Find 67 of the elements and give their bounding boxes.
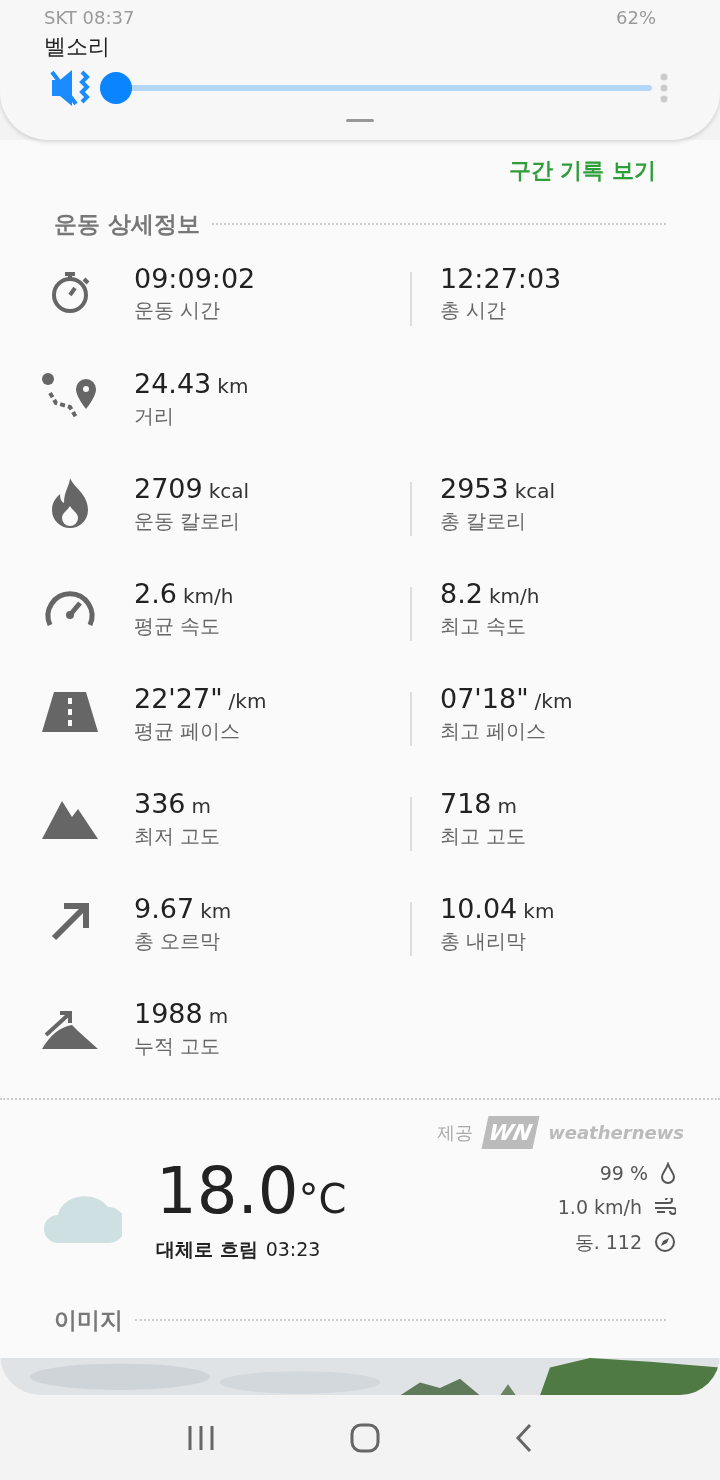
recent-apps-icon[interactable] xyxy=(187,1425,216,1450)
stat-label: 총 오르막 xyxy=(134,927,222,955)
stat-unit: /km xyxy=(228,687,267,715)
stat-value: 9.67 xyxy=(134,891,195,926)
back-icon[interactable] xyxy=(514,1422,533,1453)
stat-value: 09:09:02 xyxy=(134,261,256,296)
stat-value: 10.04 xyxy=(440,891,518,926)
stat-unit: km xyxy=(523,897,555,925)
status-time: SKT 08:37 xyxy=(44,8,135,28)
stat-unit: m xyxy=(497,792,518,820)
mute-vibrate-icon[interactable] xyxy=(50,68,92,108)
stat-value: 22'27" xyxy=(134,681,223,716)
temperature: 18.0 xyxy=(156,1158,299,1223)
stat-unit: m xyxy=(191,792,212,820)
stat-value: 2.6 xyxy=(134,576,177,611)
stat-unit: km xyxy=(217,372,249,400)
stat-label: 거리 xyxy=(134,402,175,430)
drag-handle[interactable] xyxy=(346,119,374,122)
stat-value: 24.43 xyxy=(134,366,212,401)
compass-icon xyxy=(654,1230,676,1253)
stat-unit: kcal xyxy=(514,477,556,505)
stat-value: 1988 xyxy=(134,996,203,1031)
stat-value: 336 xyxy=(134,786,186,821)
provider-logo: WN xyxy=(481,1115,540,1149)
stat-value: 718 xyxy=(440,786,492,821)
temperature-unit: °C xyxy=(298,1174,347,1224)
stat-unit: /km xyxy=(534,687,573,715)
stat-value: 8.2 xyxy=(440,576,483,611)
stat-label: 총 내리막 xyxy=(440,927,528,955)
stat-label: 최고 속도 xyxy=(440,612,528,640)
stat-value: 07'18" xyxy=(440,681,529,716)
stat-unit: km/h xyxy=(182,582,234,610)
wind-icon xyxy=(654,1198,676,1217)
stat-unit: km xyxy=(200,897,232,925)
section-record-link[interactable]: 구간 기록 보기 xyxy=(508,154,656,187)
stat-unit: m xyxy=(208,1002,229,1030)
stat-value: 2709 xyxy=(134,471,203,506)
road-icon xyxy=(42,691,98,732)
stat-label: 최고 페이스 xyxy=(440,717,548,745)
humidity: 99 % xyxy=(599,1160,648,1186)
weather-condition: 대체로 흐림 xyxy=(156,1236,258,1262)
provider-name: weathernews xyxy=(548,1120,684,1145)
volume-label: 벨소리 xyxy=(44,33,110,61)
section-title: 이미지 xyxy=(54,1306,123,1335)
section-title: 운동 상세정보 xyxy=(54,210,200,239)
stat-value: 12:27:03 xyxy=(440,261,562,296)
stat-unit: km/h xyxy=(488,582,540,610)
stat-label: 평균 속도 xyxy=(134,612,222,640)
battery-level: 62% xyxy=(616,8,656,28)
volume-slider[interactable] xyxy=(100,72,652,104)
slider-thumb[interactable] xyxy=(100,72,132,104)
stat-unit: kcal xyxy=(208,477,250,505)
stat-value: 2953 xyxy=(440,471,509,506)
wind-speed: 1.0 km/h xyxy=(557,1195,642,1220)
stat-label: 누적 고도 xyxy=(134,1032,222,1060)
stat-label: 총 시간 xyxy=(440,297,508,325)
stat-label: 운동 시간 xyxy=(134,297,222,325)
stat-label: 운동 칼로리 xyxy=(134,507,242,535)
stat-label: 최저 고도 xyxy=(134,822,222,850)
weather-time: 03:23 xyxy=(265,1236,321,1262)
stat-label: 총 칼로리 xyxy=(440,507,528,535)
home-icon[interactable] xyxy=(350,1422,380,1453)
wind-direction: 동. 112 xyxy=(574,1229,642,1255)
stat-label: 평균 페이스 xyxy=(134,717,242,745)
provider-label: 제공 xyxy=(437,1120,474,1145)
stat-label: 최고 고도 xyxy=(440,822,527,850)
drop-icon xyxy=(660,1161,676,1184)
